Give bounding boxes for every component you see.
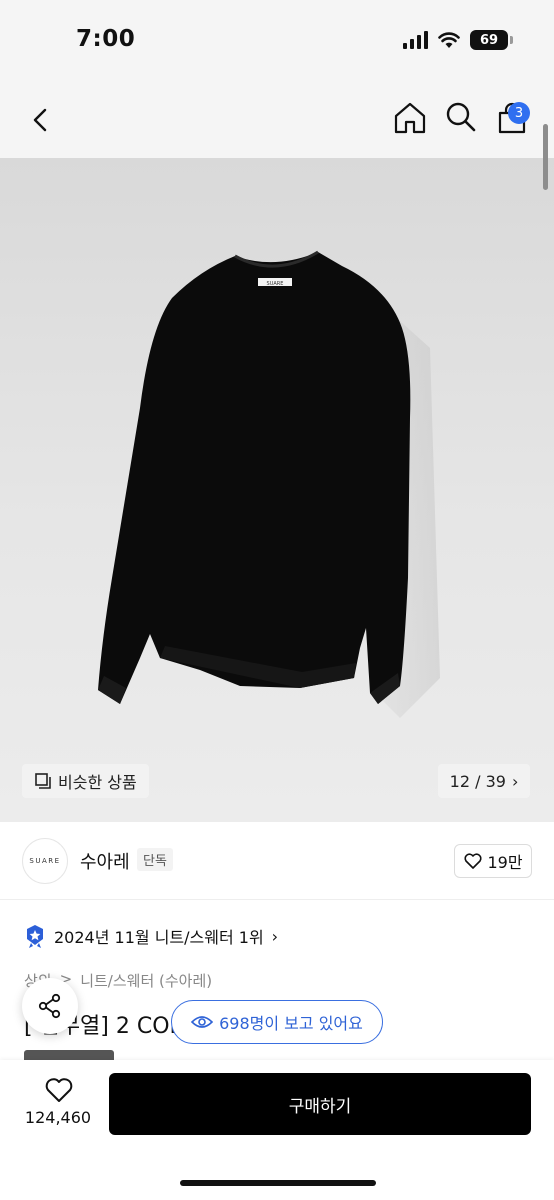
chevron-right-icon: ›	[511, 771, 519, 791]
product-image[interactable]: SUARE	[0, 158, 554, 822]
wish-count: 124,460	[24, 1108, 92, 1127]
scrollbar[interactable]	[543, 124, 548, 190]
ranking-badge-icon	[27, 925, 43, 948]
product-tag	[24, 1050, 114, 1060]
nav-bar	[0, 80, 554, 158]
brand-like-button[interactable]: 19만	[454, 844, 532, 878]
chevron-left-icon[interactable]	[24, 102, 58, 138]
ranking-link[interactable]: 2024년 11월 니트/스웨터 1위 ›	[24, 924, 278, 948]
home-indicator	[180, 1180, 376, 1186]
image-counter-text: 12 / 39	[449, 771, 506, 791]
battery-level: 69	[479, 32, 499, 48]
home-icon[interactable]	[392, 100, 428, 136]
chevron-right-icon: ›	[271, 926, 279, 946]
garment-label: SUARE	[267, 281, 284, 287]
similar-items-icon	[35, 773, 51, 789]
similar-products-button[interactable]: 비슷한 상품	[22, 764, 149, 798]
ranking-text: 2024년 11월 니트/스웨터 1위	[54, 928, 264, 947]
wifi-icon	[438, 32, 460, 48]
exclusive-badge: 단독	[137, 848, 173, 871]
viewers-pill: 698명이 보고 있어요	[171, 1000, 383, 1044]
status-icons: 69	[403, 30, 513, 50]
image-counter[interactable]: 12 / 39 ›	[438, 764, 530, 798]
search-icon[interactable]	[444, 100, 478, 134]
brand-logo[interactable]: SUARE	[22, 838, 68, 884]
viewers-text: 698명이 보고 있어요	[219, 1014, 363, 1033]
brand-like-count: 19만	[487, 853, 523, 872]
eye-icon	[191, 1016, 214, 1028]
sweater-image: SUARE	[98, 250, 440, 718]
cart-badge: 3	[508, 102, 530, 124]
brand-row[interactable]: SUARE 수아레 단독 19만	[0, 822, 554, 900]
heart-icon[interactable]	[44, 1076, 74, 1104]
buy-button[interactable]: 구매하기	[109, 1073, 531, 1135]
similar-products-label: 비슷한 상품	[58, 773, 137, 792]
brand-name[interactable]: 수아레	[80, 848, 130, 874]
share-icon	[38, 993, 61, 1019]
breadcrumb-level2[interactable]: 니트/스웨터 (수아레)	[80, 970, 212, 991]
heart-icon	[464, 853, 482, 869]
battery-icon: 69	[470, 30, 513, 50]
status-time: 7:00	[76, 26, 136, 52]
cellular-signal-icon	[403, 31, 428, 49]
status-bar: 7:00 69	[0, 0, 554, 80]
share-button[interactable]	[22, 978, 78, 1034]
